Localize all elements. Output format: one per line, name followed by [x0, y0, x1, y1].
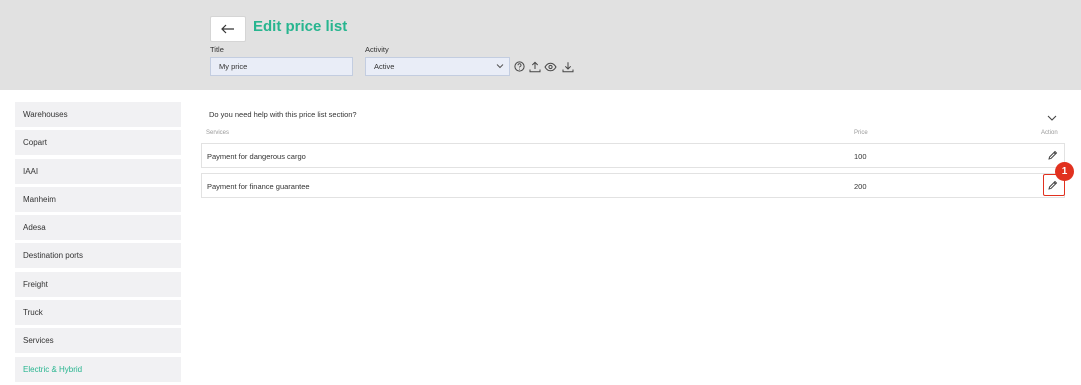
sidebar-item-electric-hybrid[interactable]: Electric & Hybrid [15, 356, 181, 382]
sidebar: Warehouses Copart IAAI Manheim Adesa Des… [15, 102, 181, 385]
activity-select-value: Active [374, 62, 395, 71]
service-name: Payment for dangerous cargo [207, 152, 306, 161]
pencil-icon [1048, 150, 1058, 160]
table-row: Payment for finance guarantee 200 [201, 173, 1065, 198]
sidebar-item-iaai[interactable]: IAAI [15, 158, 181, 184]
header-bar: Edit price list Title My price Activity … [0, 0, 1081, 90]
column-header-services: Services [206, 130, 230, 136]
sidebar-item-destination-ports[interactable]: Destination ports [15, 243, 181, 269]
title-label: Title [210, 45, 224, 54]
service-price: 200 [854, 182, 867, 191]
title-input-value: My price [219, 62, 248, 71]
help-section-toggle[interactable]: Do you need help with this price list se… [209, 110, 357, 119]
activity-select[interactable]: Active [365, 57, 510, 76]
annotation-badge: 1 [1055, 162, 1074, 181]
sidebar-item-truck[interactable]: Truck [15, 300, 181, 326]
edit-button[interactable] [1044, 147, 1061, 164]
page-title: Edit price list [253, 18, 348, 35]
sidebar-item-manheim[interactable]: Manheim [15, 186, 181, 212]
help-icon[interactable] [513, 60, 526, 73]
back-button[interactable] [210, 16, 246, 42]
title-input[interactable]: My price [210, 57, 353, 76]
chevron-down-icon [496, 64, 504, 69]
service-name: Payment for finance guarantee [207, 182, 310, 191]
arrow-left-icon [221, 24, 234, 34]
service-price: 100 [854, 152, 867, 161]
sidebar-item-copart[interactable]: Copart [15, 130, 181, 156]
table-row: Payment for dangerous cargo 100 [201, 143, 1065, 168]
column-header-action: Action [1041, 130, 1058, 136]
activity-label: Activity [365, 45, 389, 54]
view-icon[interactable] [544, 60, 557, 73]
download-icon[interactable] [561, 60, 574, 73]
sidebar-item-warehouses[interactable]: Warehouses [15, 102, 181, 127]
sidebar-item-adesa[interactable]: Adesa [15, 215, 181, 241]
column-header-price: Price [854, 130, 868, 136]
chevron-down-icon[interactable] [1046, 110, 1058, 128]
upload-icon[interactable] [528, 60, 541, 73]
sidebar-item-services[interactable]: Services [15, 328, 181, 354]
sidebar-item-freight[interactable]: Freight [15, 271, 181, 297]
